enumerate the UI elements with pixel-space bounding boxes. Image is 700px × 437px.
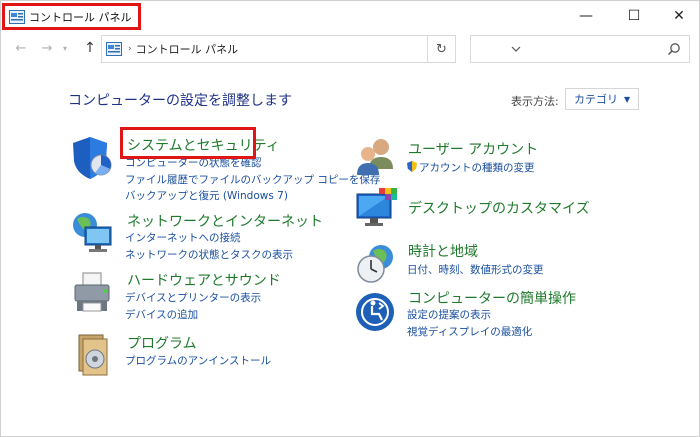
back-button[interactable]: ← bbox=[11, 37, 31, 59]
category-links-programs: プログラムのアンインストール bbox=[125, 353, 271, 370]
window-title: コントロール パネル bbox=[29, 10, 132, 24]
ease-of-access-icon[interactable] bbox=[355, 291, 399, 337]
caret-down-icon: ▼ bbox=[624, 94, 631, 104]
breadcrumb[interactable]: コントロール パネル bbox=[136, 41, 239, 57]
link-uninstall-program[interactable]: プログラムのアンインストール bbox=[125, 353, 271, 370]
search-input[interactable] bbox=[470, 35, 690, 63]
link-optimize-visual-display[interactable]: 視覚ディスプレイの最適化 bbox=[407, 324, 532, 341]
printer-icon[interactable] bbox=[71, 271, 115, 317]
link-date-time-format[interactable]: 日付、時刻、数値形式の変更 bbox=[407, 262, 544, 279]
category-title-clock-region[interactable]: 時計と地域 bbox=[408, 241, 478, 261]
category-links-network: インターネットへの接続 ネットワークの状態とタスクの表示 bbox=[125, 230, 293, 263]
maximize-button[interactable]: ☐ bbox=[611, 1, 657, 31]
control-panel-icon bbox=[106, 42, 122, 56]
link-recommended-settings[interactable]: 設定の提案の表示 bbox=[407, 307, 532, 324]
close-button[interactable]: ✕ bbox=[656, 1, 700, 31]
network-icon[interactable] bbox=[71, 209, 115, 255]
category-title-ease-of-access[interactable]: コンピューターの簡単操作 bbox=[408, 288, 576, 308]
category-links-ease-of-access: 設定の提案の表示 視覚ディスプレイの最適化 bbox=[407, 307, 532, 340]
link-devices-printers[interactable]: デバイスとプリンターの表示 bbox=[125, 290, 261, 307]
link-add-device[interactable]: デバイスの追加 bbox=[125, 307, 261, 324]
address-bar[interactable]: › コントロール パネル bbox=[101, 35, 521, 63]
shield-icon[interactable] bbox=[71, 135, 115, 181]
category-title-network[interactable]: ネットワークとインターネット bbox=[127, 211, 323, 231]
view-by-label: 表示方法: bbox=[511, 95, 559, 108]
up-button[interactable]: ↑ bbox=[80, 37, 100, 59]
recent-locations-button[interactable]: ▾ bbox=[59, 37, 71, 59]
category-links-hardware: デバイスとプリンターの表示 デバイスの追加 bbox=[125, 290, 261, 323]
title-highlight: コントロール パネル bbox=[2, 3, 141, 30]
minimize-button[interactable]: — bbox=[563, 1, 609, 31]
users-icon[interactable] bbox=[355, 135, 399, 181]
category-links-system-security: コンピューターの状態を確認 ファイル履歴でファイルのバックアップ コピーを保存 … bbox=[125, 155, 380, 205]
clock-globe-icon[interactable] bbox=[355, 241, 399, 287]
breadcrumb-separator-icon[interactable]: › bbox=[128, 44, 132, 54]
view-by-select[interactable]: カテゴリ ▼ bbox=[565, 88, 640, 110]
control-panel-icon bbox=[9, 9, 25, 24]
link-backup-restore[interactable]: バックアップと復元 (Windows 7) bbox=[125, 188, 380, 205]
link-connect-internet[interactable]: インターネットへの接続 bbox=[125, 230, 293, 247]
forward-button[interactable]: → bbox=[37, 37, 57, 59]
category-title-programs[interactable]: プログラム bbox=[127, 333, 197, 353]
category-links-user-accounts: アカウントの種類の変更 bbox=[407, 160, 535, 177]
control-panel-window: コントロール パネル — ☐ ✕ ← → ▾ ↑ › コントロール パネル ↻ bbox=[0, 0, 700, 437]
refresh-button[interactable]: ↻ bbox=[428, 35, 456, 63]
category-title-user-accounts[interactable]: ユーザー アカウント bbox=[408, 139, 538, 159]
category-title-hardware[interactable]: ハードウェアとサウンド bbox=[127, 270, 281, 290]
programs-icon[interactable] bbox=[71, 331, 115, 377]
link-file-history[interactable]: ファイル履歴でファイルのバックアップ コピーを保存 bbox=[125, 172, 380, 189]
category-links-clock-region: 日付、時刻、数値形式の変更 bbox=[407, 262, 544, 279]
title-bar: コントロール パネル — ☐ ✕ bbox=[1, 1, 700, 31]
page-title: コンピューターの設定を調整します bbox=[68, 93, 292, 109]
category-title-appearance[interactable]: デスクトップのカスタマイズ bbox=[408, 198, 590, 218]
navigation-bar: ← → ▾ ↑ › コントロール パネル ↻ bbox=[1, 35, 700, 63]
link-network-status[interactable]: ネットワークの状態とタスクの表示 bbox=[125, 247, 293, 264]
link-change-account-type[interactable]: アカウントの種類の変更 bbox=[407, 160, 535, 177]
search-icon[interactable] bbox=[667, 42, 681, 56]
monitor-icon[interactable] bbox=[355, 186, 399, 232]
highlight-box bbox=[120, 127, 256, 159]
view-by-value[interactable]: カテゴリ bbox=[574, 91, 618, 107]
